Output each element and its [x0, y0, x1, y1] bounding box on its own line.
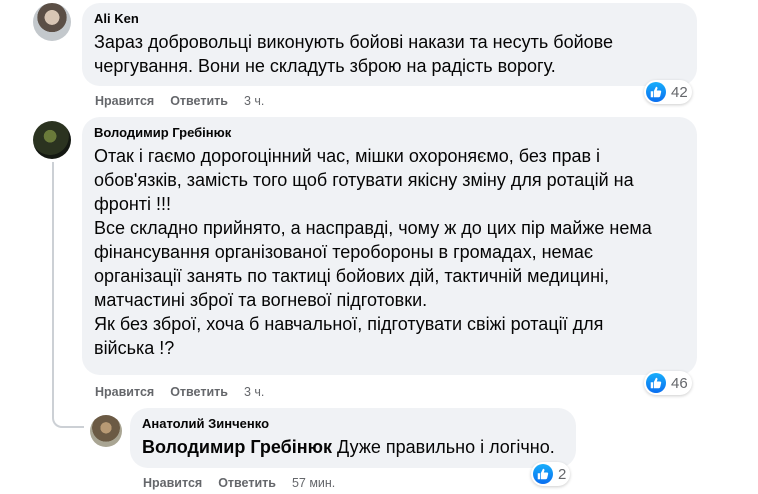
reaction-count-reply[interactable]: 2	[531, 462, 571, 486]
comment-text: Зараз добровольці виконують бойові наказ…	[94, 32, 614, 76]
reply-button[interactable]: Ответить	[170, 385, 228, 399]
avatar-ali-ken[interactable]	[33, 3, 71, 41]
comment-bubble-2: Володимир Гребінюк Отак і гаємо дорогоці…	[82, 117, 697, 375]
reaction-count-1[interactable]: 42	[644, 80, 692, 104]
like-button[interactable]: Нравится	[95, 94, 154, 108]
comment-timestamp[interactable]: 3 ч.	[244, 94, 264, 108]
avatar-anatoliy[interactable]	[90, 415, 122, 447]
reply-author[interactable]: Анатолий Зинченко	[142, 416, 564, 432]
like-icon	[533, 464, 553, 484]
like-button[interactable]: Нравится	[143, 476, 202, 490]
reply-button[interactable]: Ответить	[170, 94, 228, 108]
reply-thread-line	[52, 162, 84, 428]
reaction-count-2[interactable]: 46	[644, 371, 692, 395]
like-icon	[646, 82, 666, 102]
comment-author[interactable]: Ali Ken	[94, 11, 685, 27]
comment-bubble-1: Ali Ken Зараз добровольці виконують бойо…	[82, 3, 697, 86]
like-button[interactable]: Нравится	[95, 385, 154, 399]
reply-actions: Нравится Ответить 57 мин.	[143, 476, 351, 490]
reply-text: Володимир Гребінюк Дуже правильно і логі…	[142, 435, 564, 459]
reply-mention[interactable]: Володимир Гребінюк	[142, 437, 332, 457]
comment-actions-2: Нравится Ответить 3 ч.	[95, 385, 280, 399]
avatar-volodymyr[interactable]	[33, 121, 71, 159]
reply-body: Дуже правильно і логічно.	[332, 437, 555, 457]
like-icon	[646, 373, 666, 393]
reaction-count-text: 2	[558, 465, 567, 483]
reply-timestamp[interactable]: 57 мин.	[292, 476, 335, 490]
comment-actions-1: Нравится Ответить 3 ч.	[95, 94, 280, 108]
reaction-count-text: 46	[671, 374, 688, 392]
reaction-count-text: 42	[671, 83, 688, 101]
comment-author[interactable]: Володимир Гребінюк	[94, 125, 685, 141]
reply-bubble: Анатолий Зинченко Володимир Гребінюк Дуж…	[130, 408, 576, 468]
reply-button[interactable]: Ответить	[218, 476, 276, 490]
comment-text: Отак і гаємо дорогоцінний час, мішки охо…	[94, 146, 652, 358]
comment-timestamp[interactable]: 3 ч.	[244, 385, 264, 399]
